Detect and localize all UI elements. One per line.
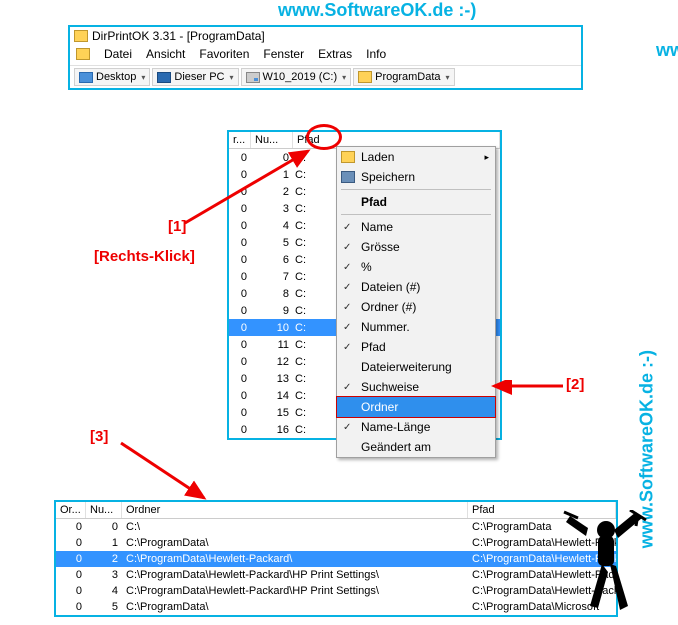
annotation-1: [1] — [168, 218, 186, 235]
arrow-1 — [180, 145, 320, 230]
breadcrumb-toolbar: Desktop Dieser PC W10_2019 (C:) ProgramD… — [70, 65, 581, 88]
crumb-drive[interactable]: W10_2019 (C:) — [241, 68, 352, 86]
menu-item-label: Pfad — [361, 340, 386, 354]
titlebar: DirPrintOK 3.31 - [ProgramData] — [70, 27, 581, 45]
menubar: Datei Ansicht Favoriten Fenster Extras I… — [70, 45, 581, 63]
context-menu: Laden ▸ Speichern Pfad ✓Name✓Grösse✓%✓Da… — [336, 146, 496, 458]
menu-item-label: Nummer. — [361, 320, 410, 334]
menu-favoriten[interactable]: Favoriten — [199, 47, 249, 61]
menu-item-label: Ordner (#) — [361, 300, 416, 314]
menu-item-dateierweiterung[interactable]: Dateierweiterung — [337, 357, 495, 377]
menu-item-label: Ordner — [361, 400, 398, 414]
menu-item-nummer-[interactable]: ✓ Nummer. — [337, 317, 495, 337]
check-icon: ✓ — [343, 242, 351, 253]
table-row[interactable]: 03C:\ProgramData\Hewlett-Packard\HP Prin… — [56, 567, 616, 583]
menu-item-label: Dateierweiterung — [361, 360, 452, 374]
annotation-2: [2] — [566, 376, 584, 393]
table-row[interactable]: 05C:\ProgramData\C:\ProgramData\Microsof… — [56, 599, 616, 615]
table-row[interactable]: 04C:\ProgramData\Hewlett-Packard\HP Prin… — [56, 583, 616, 599]
check-icon: ✓ — [343, 262, 351, 273]
menu-datei[interactable]: Datei — [104, 47, 132, 61]
menu-item-ge-ndert-am[interactable]: Geändert am — [337, 437, 495, 457]
menu-item-label: Geändert am — [361, 440, 431, 454]
menu-item-gr-sse[interactable]: ✓ Grösse — [337, 237, 495, 257]
monitor-icon — [157, 72, 171, 83]
annotation-circle-pfad — [306, 124, 342, 150]
bottom-rows: 00C:\C:\ProgramData01C:\ProgramData\C:\P… — [56, 519, 616, 615]
menu-item-pfad[interactable]: ✓ Pfad — [337, 337, 495, 357]
menu-pfad-heading-label: Pfad — [361, 195, 387, 209]
menu-item-label: Name-Länge — [361, 420, 430, 434]
annotation-3: [3] — [90, 428, 108, 445]
menu-item-label: Suchweise — [361, 380, 419, 394]
check-icon: ✓ — [343, 302, 351, 313]
crumb-folder[interactable]: ProgramData — [353, 68, 454, 86]
crumb-desktop-label: Desktop — [96, 71, 136, 83]
menu-laden[interactable]: Laden ▸ — [337, 147, 495, 167]
crumb-drive-label: W10_2019 (C:) — [263, 71, 338, 83]
menu-divider — [341, 214, 491, 215]
menu-item-name-l-nge[interactable]: ✓ Name-Länge — [337, 417, 495, 437]
crumb-pc[interactable]: Dieser PC — [152, 68, 238, 86]
app-icon — [74, 30, 88, 42]
table-row[interactable]: 01C:\ProgramData\C:\ProgramData\Hewlett-… — [56, 535, 616, 551]
menu-pfad-heading[interactable]: Pfad — [337, 192, 495, 212]
folder-icon — [358, 71, 372, 83]
drive-icon — [246, 72, 260, 83]
menu-item-label: Dateien (#) — [361, 280, 420, 294]
app-window: DirPrintOK 3.31 - [ProgramData] Datei An… — [68, 25, 583, 90]
menu-ansicht[interactable]: Ansicht — [146, 47, 185, 61]
bottom-list-panel: Or... Nu... Ordner Pfad 00C:\C:\ProgramD… — [54, 500, 618, 617]
menu-extras[interactable]: Extras — [318, 47, 352, 61]
watermark-right-partial: www — [656, 40, 678, 61]
arrow-3 — [116, 438, 216, 508]
check-icon: ✓ — [343, 322, 351, 333]
table-row[interactable]: 02C:\ProgramData\Hewlett-Packard\C:\Prog… — [56, 551, 616, 567]
menu-item--[interactable]: ✓% — [337, 257, 495, 277]
arrow-2 — [488, 380, 568, 400]
check-icon: ✓ — [343, 422, 351, 433]
silhouette-figure — [558, 510, 648, 620]
annotation-rechts-klick: [Rechts-Klick] — [94, 248, 195, 265]
watermark-top: www.SoftwareOK.de :-) — [278, 0, 476, 21]
menu-item-label: Grösse — [361, 240, 400, 254]
menu-divider — [341, 189, 491, 190]
menu-speichern[interactable]: Speichern — [337, 167, 495, 187]
menu-item-suchweise[interactable]: ✓ Suchweise — [337, 377, 495, 397]
menu-laden-label: Laden — [361, 150, 394, 164]
window-title: DirPrintOK 3.31 - [ProgramData] — [92, 29, 265, 43]
menu-item-ordner[interactable]: Ordner — [336, 396, 496, 418]
submenu-arrow-icon: ▸ — [484, 152, 489, 163]
folder-open-icon[interactable] — [76, 48, 90, 60]
crumb-pc-label: Dieser PC — [174, 71, 224, 83]
crumb-folder-label: ProgramData — [375, 71, 440, 83]
save-icon — [341, 171, 355, 183]
menu-item-name[interactable]: ✓ Name — [337, 217, 495, 237]
menu-info[interactable]: Info — [366, 47, 386, 61]
table-row[interactable]: 00C:\C:\ProgramData — [56, 519, 616, 535]
check-icon: ✓ — [343, 382, 351, 393]
menu-item-ordner-[interactable]: ✓ Ordner (#) — [337, 297, 495, 317]
check-icon: ✓ — [343, 282, 351, 293]
check-icon: ✓ — [343, 342, 351, 353]
menu-item-label: Name — [361, 220, 393, 234]
menu-speichern-label: Speichern — [361, 170, 415, 184]
check-icon: ✓ — [343, 222, 351, 233]
desktop-icon — [79, 72, 93, 83]
menu-fenster[interactable]: Fenster — [263, 47, 304, 61]
menu-item-dateien-[interactable]: ✓ Dateien (#) — [337, 277, 495, 297]
crumb-desktop[interactable]: Desktop — [74, 68, 150, 86]
folder-open-icon — [341, 151, 355, 163]
col-or[interactable]: Or... — [56, 502, 86, 518]
menu-item-label: % — [361, 260, 372, 274]
